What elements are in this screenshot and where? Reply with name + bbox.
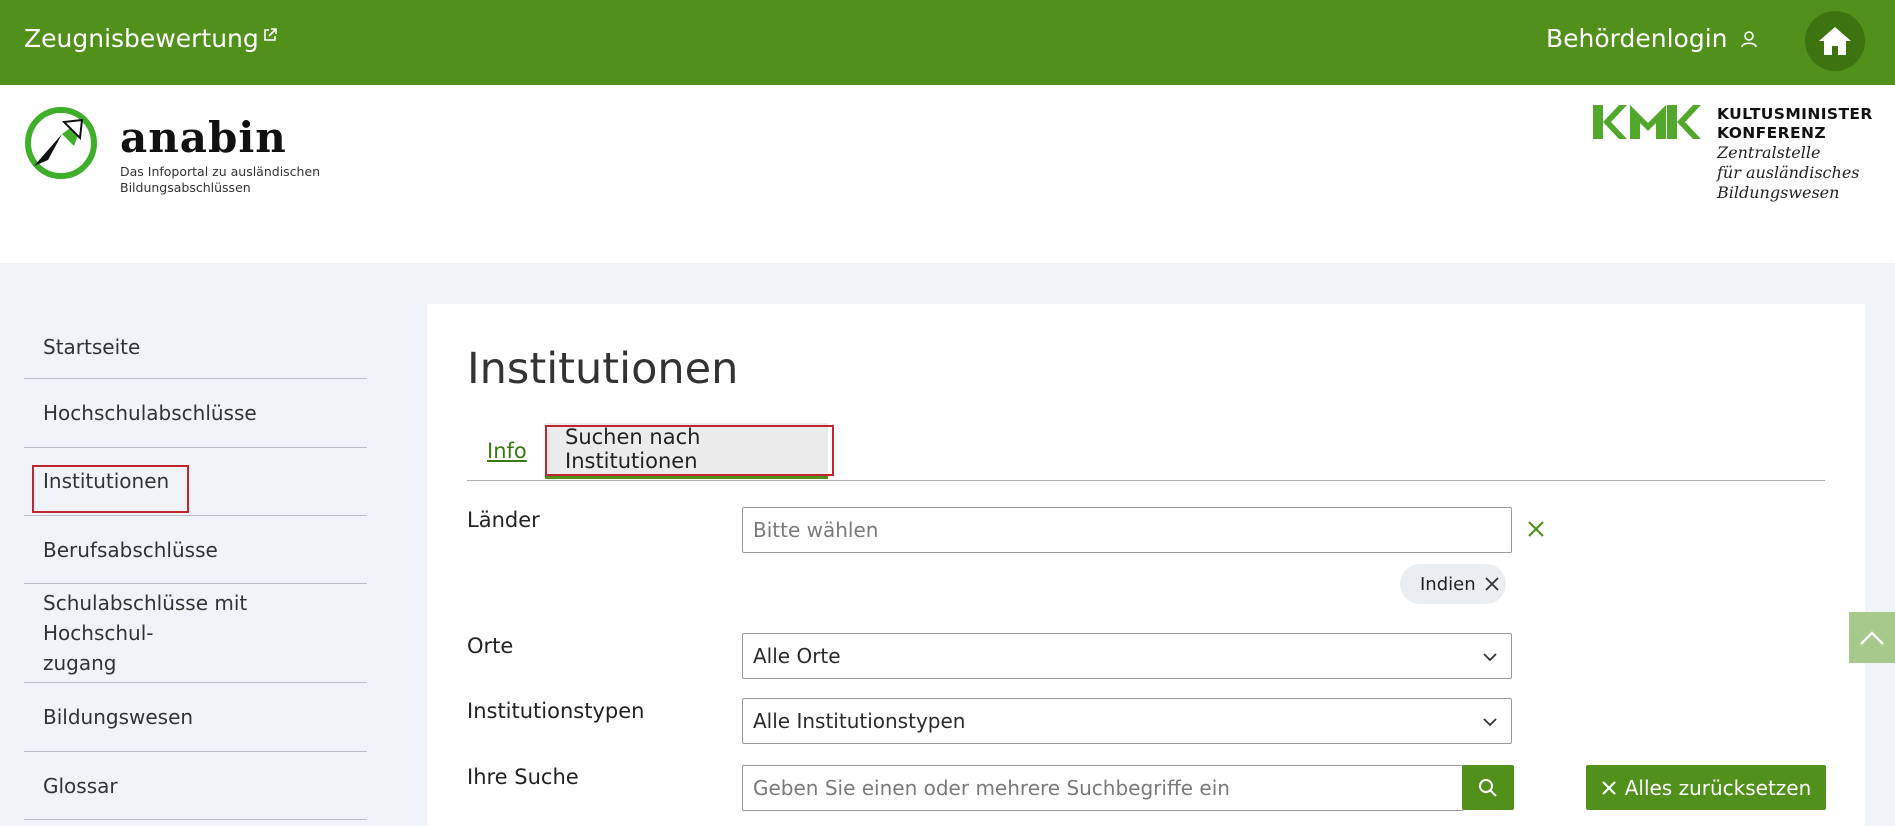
zeugnisbewertung-label: Zeugnisbewertung [24, 24, 259, 53]
compass-logo-icon [25, 107, 97, 179]
page-title: Institutionen [467, 344, 739, 394]
search-placeholder: Geben Sie einen oder mehrere Suchbegriff… [753, 776, 1230, 800]
kmk-line-3: Zentralstelle [1717, 143, 1821, 162]
top-bar: Zeugnisbewertung Behördenlogin [0, 0, 1895, 85]
selected-country-chip[interactable]: Indien [1400, 564, 1506, 604]
chevron-down-icon [1483, 653, 1497, 662]
reset-all-button[interactable]: Alles zurücksetzen [1586, 765, 1826, 810]
site-header: anabin Das Infoportal zu ausländischen B… [0, 85, 1895, 263]
kmk-logo-icon [1593, 105, 1701, 139]
main-content: Institutionen Info Suchen nach Instituti… [427, 304, 1865, 826]
laender-select[interactable]: Bitte wählen [742, 507, 1512, 553]
sidebar-item-label-line-2: zugang [43, 651, 117, 675]
kmk-line-4: für ausländisches [1717, 163, 1860, 182]
brand-name: anabin [120, 113, 287, 162]
laender-placeholder: Bitte wählen [753, 518, 879, 542]
kmk-line-1: KULTUSMINISTER [1717, 105, 1873, 123]
sidebar-item-label: Berufsabschlüsse [43, 537, 218, 562]
sidebar-item-label: Schulabschlüsse mit Hochschul- [43, 591, 248, 645]
chip-label: Indien [1420, 573, 1476, 595]
sidebar-item-glossar[interactable]: Glossar [24, 752, 367, 820]
institutionstypen-label: Institutionstypen [467, 699, 645, 723]
scroll-to-top-button[interactable] [1849, 612, 1895, 663]
home-button[interactable] [1805, 11, 1865, 71]
clear-laender-icon[interactable] [1527, 520, 1545, 538]
sidebar-item-berufsabschluesse[interactable]: Berufsabschlüsse [24, 516, 367, 584]
chevron-down-icon [1483, 718, 1497, 727]
active-tab-highlight [545, 425, 834, 476]
search-input[interactable]: Geben Sie einen oder mehrere Suchbegriff… [742, 765, 1464, 811]
anabin-logo[interactable]: anabin Das Infoportal zu ausländischen B… [24, 106, 330, 196]
user-icon [1740, 30, 1757, 47]
kmk-logo[interactable]: KULTUSMINISTER KONFERENZ Zentralstelle f… [1593, 105, 1877, 203]
institutionstypen-select[interactable]: Alle Institutionstypen [742, 698, 1512, 744]
behoerdenlogin-label: Behördenlogin [1546, 24, 1728, 53]
institutionstypen-value: Alle Institutionstypen [753, 709, 966, 733]
behoerdenlogin-link[interactable]: Behördenlogin [1546, 24, 1758, 53]
orte-label: Orte [467, 634, 514, 658]
tab-info[interactable]: Info [487, 439, 527, 463]
home-icon [1819, 27, 1851, 55]
close-icon [1601, 780, 1616, 795]
laender-label: Länder [467, 508, 540, 532]
sidebar-nav: Startseite Hochschulabschlüsse Instituti… [24, 315, 367, 820]
kmk-line-2: KONFERENZ [1717, 124, 1826, 142]
external-link-icon [263, 28, 277, 41]
sidebar-item-label: Bildungswesen [43, 705, 194, 729]
active-item-highlight [32, 465, 189, 513]
sidebar-item-startseite[interactable]: Startseite [24, 315, 367, 379]
brand-subtitle: Das Infoportal zu ausländischen Bildungs… [120, 164, 321, 195]
search-icon [1479, 778, 1497, 797]
sidebar-item-schulabschluesse[interactable]: Schulabschlüsse mit Hochschul- zugang [24, 584, 367, 683]
chevron-up-icon [1860, 630, 1884, 645]
zeugnisbewertung-link[interactable]: Zeugnisbewertung [24, 24, 277, 53]
sidebar-item-bildungswesen[interactable]: Bildungswesen [24, 683, 367, 752]
remove-chip-icon[interactable] [1484, 576, 1500, 592]
orte-select[interactable]: Alle Orte [742, 633, 1512, 679]
ihre-suche-label: Ihre Suche [467, 765, 579, 789]
orte-value: Alle Orte [753, 644, 841, 668]
sidebar-item-label: Hochschulabschlüsse [43, 401, 257, 425]
sidebar-item-label: Glossar [43, 773, 118, 798]
sidebar-item-label: Startseite [43, 334, 141, 359]
search-button[interactable] [1462, 765, 1514, 810]
kmk-line-5: Bildungswesen [1717, 183, 1840, 202]
reset-label: Alles zurücksetzen [1624, 775, 1812, 800]
sidebar-item-hochschulabschluesse[interactable]: Hochschulabschlüsse [24, 379, 367, 448]
